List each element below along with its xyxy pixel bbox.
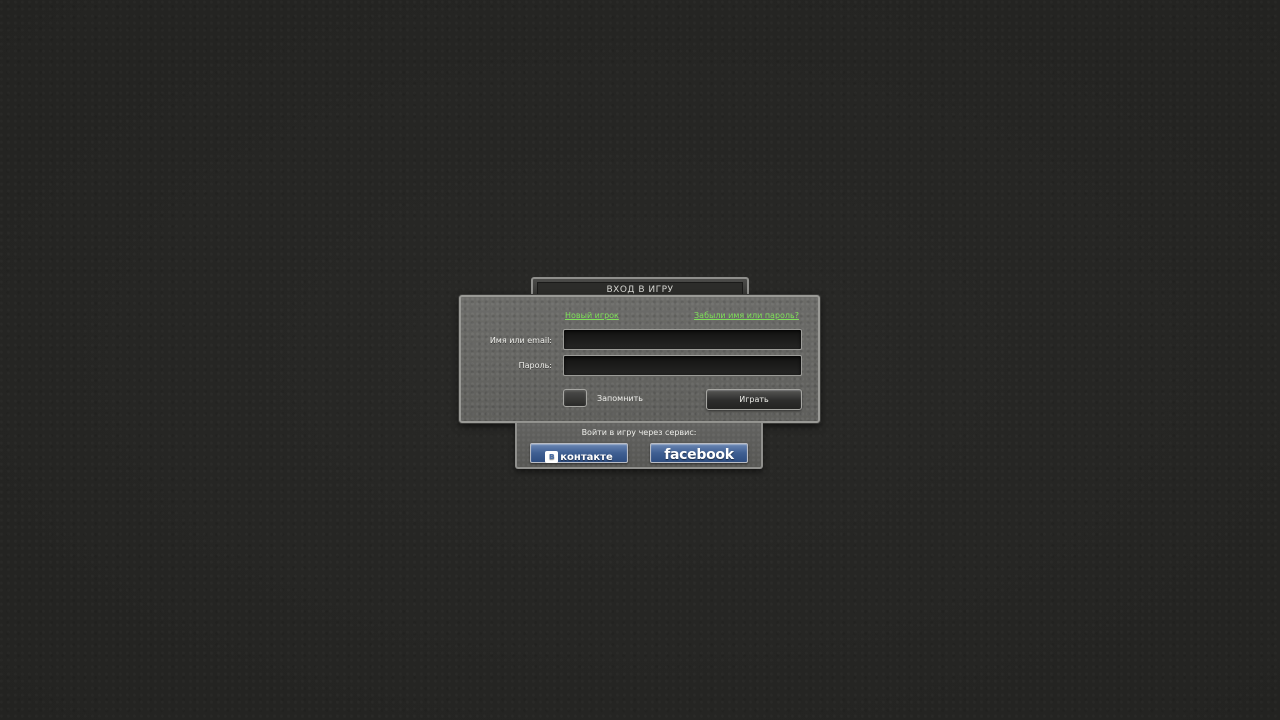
name-email-input[interactable] (563, 329, 802, 350)
name-email-label: Имя или email: (489, 336, 552, 345)
forgot-credentials-link[interactable]: Забыли имя или пароль? (694, 311, 799, 320)
password-input[interactable] (563, 355, 802, 376)
login-panel: Новый игрок Забыли имя или пароль? Имя и… (459, 295, 820, 423)
password-label: Пароль: (518, 361, 552, 370)
vk-mark: В (545, 451, 559, 463)
facebook-login-button[interactable]: facebook (650, 443, 748, 463)
remember-me-label: Запомнить (597, 394, 643, 403)
remember-me-checkbox[interactable] (563, 389, 587, 407)
new-player-link[interactable]: Новый игрок (565, 311, 619, 320)
facebook-logo-icon: facebook (664, 447, 734, 463)
vkontakte-logo-icon: В контакте (545, 448, 613, 466)
play-button[interactable]: Играть (706, 389, 802, 410)
login-title-tab: ВХОД В ИГРУ (531, 277, 749, 295)
login-title: ВХОД В ИГРУ (537, 282, 743, 295)
social-login-caption: Войти в игру через сервис: (581, 428, 697, 437)
vk-label: контакте (560, 451, 613, 463)
social-login-panel: Войти в игру через сервис: В контакте fa… (515, 423, 763, 469)
vkontakte-login-button[interactable]: В контакте (530, 443, 628, 463)
